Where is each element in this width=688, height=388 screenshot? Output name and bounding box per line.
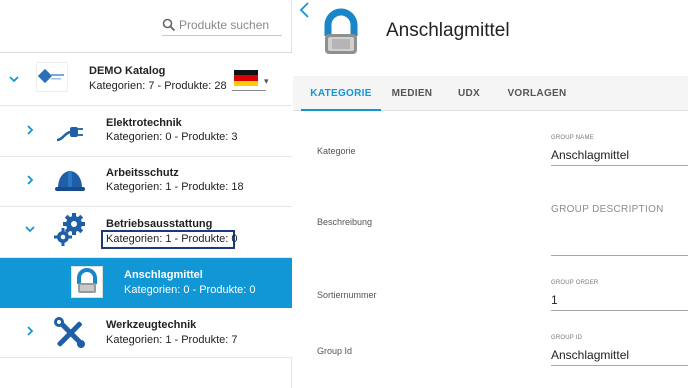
tree-item-counts: Kategorien: 1 - Produkte: 0 [106,233,238,245]
tree-item-counts: Kategorien: 0 - Produkte: 3 [106,131,238,143]
tree-item-title: Elektrotechnik [106,117,182,129]
active-tab-indicator [301,109,381,111]
group-order-caption: GROUP ORDER [551,280,599,286]
chevron-down-icon[interactable] [24,223,36,235]
tree-item-title: Arbeitsschutz [106,167,179,179]
tree-root-demo-katalog[interactable]: DEMO Katalog Kategorien: 7 - Produkte: 2… [0,53,292,106]
group-description-input[interactable]: GROUP DESCRIPTION [551,204,664,215]
page-title: Anschlagmittel [386,20,510,41]
back-chevron-icon[interactable] [298,2,310,18]
chevron-down-icon[interactable] [8,73,20,85]
group-id-caption: GROUP ID [551,335,583,341]
lifting-eye-icon [71,266,103,298]
tree-item-title: Betriebsausstattung [106,218,213,230]
group-id-underline [551,365,688,366]
tree-item-counts: Kategorien: 1 - Produkte: 18 [106,181,244,193]
group-name-underline [551,165,688,166]
group-description-underline [551,255,688,256]
group-name-input[interactable]: Anschlagmittel [551,148,629,162]
language-select-underline [232,90,266,91]
catalog-logo [36,62,68,92]
group-order-input[interactable]: 1 [551,293,558,307]
hard-hat-icon [53,164,87,198]
lifting-eye-icon [324,8,358,54]
tree-item-counts: Kategorien: 0 - Produkte: 0 [124,284,256,296]
tree-item-betriebsausstattung[interactable]: Betriebsausstattung Kategorien: 1 - Prod… [0,207,292,258]
tree-item-title: DEMO Katalog [89,65,166,77]
group-id-input[interactable]: Anschlagmittel [551,348,629,362]
tree-item-title: Werkzeugtechnik [106,319,197,331]
tools-icon [53,316,87,350]
app-root: DEMO Katalog Kategorien: 7 - Produkte: 2… [0,0,688,388]
tree-item-arbeitsschutz[interactable]: Arbeitsschutz Kategorien: 1 - Produkte: … [0,157,292,207]
language-dropdown-indicator[interactable]: ▾ [264,76,269,87]
search-icon [162,18,176,31]
electric-plug-icon [53,114,87,148]
search-input[interactable] [179,17,275,32]
tree-item-werkzeugtechnik[interactable]: Werkzeugtechnik Kategorien: 1 - Produkte… [0,308,292,358]
tree-item-elektrotechnik[interactable]: Elektrotechnik Kategorien: 0 - Produkte:… [0,106,292,157]
tab-kategorie[interactable]: KATEGORIE [301,76,381,111]
chevron-right-icon[interactable] [24,174,36,186]
field-label-kategorie: Kategorie [317,146,356,156]
field-label-sortiernummer: Sortiernummer [317,290,377,300]
category-tree-panel: DEMO Katalog Kategorien: 7 - Produkte: 2… [0,0,292,388]
category-detail-panel: Anschlagmittel KATEGORIE MEDIEN UDX VORL… [293,0,688,388]
tab-bar: KATEGORIE MEDIEN UDX VORLAGEN [293,76,688,111]
tab-udx[interactable]: UDX [451,76,487,111]
field-label-group-id: Group Id [317,346,353,356]
chevron-right-icon[interactable] [24,325,36,337]
germany-flag-icon[interactable] [234,70,258,86]
tree-item-title: Anschlagmittel [124,269,203,281]
tab-vorlagen[interactable]: VORLAGEN [499,76,575,111]
tab-medien[interactable]: MEDIEN [385,76,439,111]
tree-item-counts: Kategorien: 1 - Produkte: 7 [106,334,238,346]
tree-item-counts: Kategorien: 7 - Produkte: 28 [89,80,227,92]
chevron-right-icon[interactable] [24,124,36,136]
tree-item-anschlagmittel-selected[interactable]: Anschlagmittel Kategorien: 0 - Produkte:… [0,258,292,308]
product-search[interactable] [162,14,282,36]
field-label-beschreibung: Beschreibung [317,217,373,227]
group-name-caption: GROUP NAME [551,135,594,141]
gears-icon [53,213,87,247]
group-order-underline [551,310,688,311]
